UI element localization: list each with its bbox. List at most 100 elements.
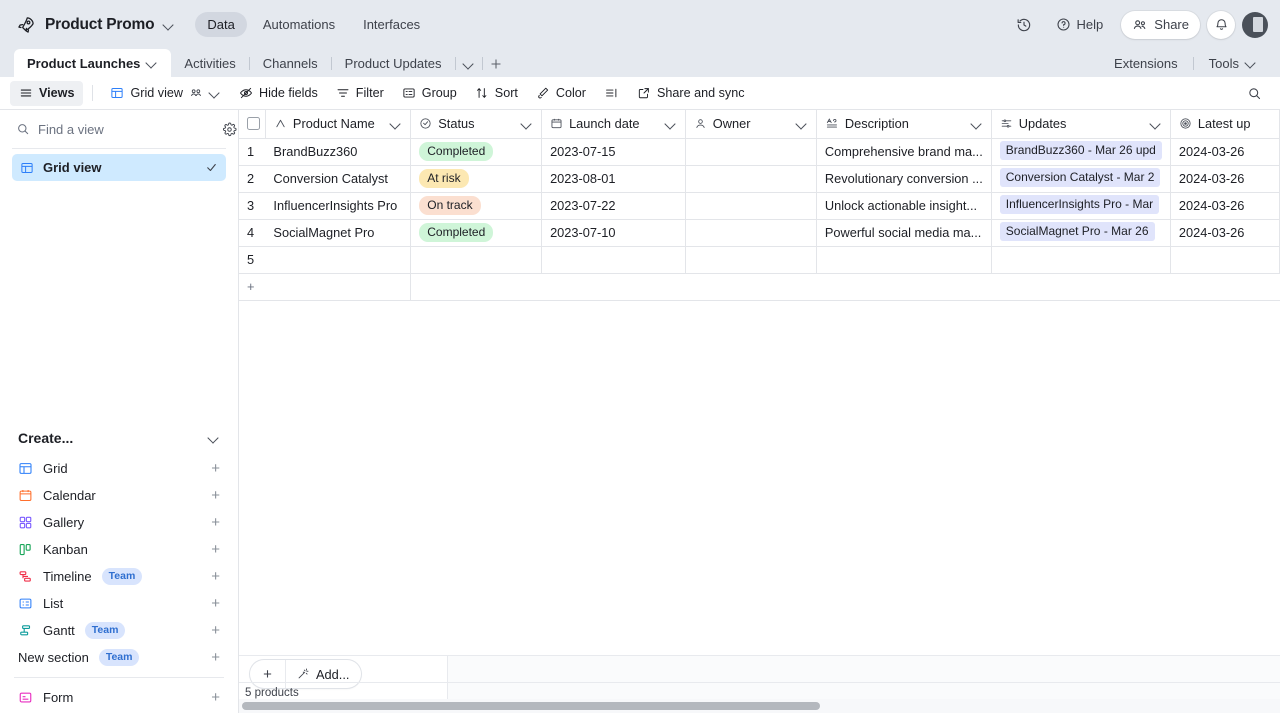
chevron-down-icon[interactable]	[521, 118, 533, 130]
create-item-calendar[interactable]: Calendar +	[12, 482, 226, 509]
cell-status[interactable]: On track	[410, 192, 543, 220]
chevron-down-icon[interactable]	[796, 118, 808, 130]
column-header-product-name[interactable]: Product Name	[265, 110, 412, 139]
table-row[interactable]: 1 BrandBuzz360 Completed 2023-07-15 Comp…	[239, 138, 1280, 166]
search-icon[interactable]	[1239, 81, 1270, 106]
cell-status[interactable]: Completed	[410, 138, 543, 166]
column-header-description[interactable]: Description	[816, 110, 992, 139]
views-button[interactable]: Views	[10, 80, 84, 106]
cell-launch-date[interactable]	[541, 246, 686, 274]
chevron-down-icon[interactable]	[146, 57, 158, 69]
bell-icon[interactable]	[1207, 10, 1235, 39]
column-header-updates[interactable]: Updates	[991, 110, 1171, 139]
add-table-plus-icon[interactable]	[483, 51, 509, 77]
cell-product-name[interactable]: Conversion Catalyst	[265, 165, 412, 193]
cell-updates[interactable]: InfluencerInsights Pro - Mar	[991, 192, 1171, 220]
avatar[interactable]	[1242, 11, 1268, 38]
column-header-latest-update[interactable]: Latest up	[1170, 110, 1280, 139]
filter-button[interactable]: Filter	[328, 81, 392, 106]
sort-button[interactable]: Sort	[467, 81, 526, 106]
row-height-icon[interactable]	[596, 81, 627, 106]
history-icon[interactable]	[1010, 11, 1038, 39]
horizontal-scrollbar[interactable]	[239, 699, 1280, 713]
create-item-timeline[interactable]: Timeline Team +	[12, 563, 226, 590]
cell-launch-date[interactable]: 2023-07-15	[541, 138, 686, 166]
add-row[interactable]: +	[239, 273, 1280, 301]
cell-latest-update[interactable]: 2024-03-26	[1170, 138, 1280, 166]
cell-product-name[interactable]: InfluencerInsights Pro	[265, 192, 412, 220]
cell-latest-update[interactable]: 2024-03-26	[1170, 192, 1280, 220]
add-grid-view-plus-icon[interactable]: +	[211, 461, 220, 476]
select-all-cell[interactable]	[239, 110, 266, 139]
tab-activities[interactable]: Activities	[171, 49, 248, 77]
tab-channels[interactable]: Channels	[250, 49, 331, 77]
add-form-view-plus-icon[interactable]: +	[211, 690, 220, 705]
cell-launch-date[interactable]: 2023-07-10	[541, 219, 686, 247]
add-kanban-view-plus-icon[interactable]: +	[211, 542, 220, 557]
add-gantt-view-plus-icon[interactable]: +	[211, 623, 220, 638]
cell-description[interactable]: Powerful social media ma...	[816, 219, 992, 247]
cell-updates[interactable]: SocialMagnet Pro - Mar 26	[991, 219, 1171, 247]
create-item-list[interactable]: List +	[12, 590, 226, 617]
add-timeline-view-plus-icon[interactable]: +	[211, 569, 220, 584]
chevron-down-icon[interactable]	[390, 118, 402, 130]
cell-launch-date[interactable]: 2023-08-01	[541, 165, 686, 193]
column-header-owner[interactable]: Owner	[685, 110, 817, 139]
add-calendar-view-plus-icon[interactable]: +	[211, 488, 220, 503]
add-row-plus-icon[interactable]: +	[239, 273, 266, 301]
search-input[interactable]	[38, 121, 214, 137]
nav-tab-interfaces[interactable]: Interfaces	[351, 12, 432, 37]
chevron-down-icon[interactable]	[209, 87, 221, 99]
cell-status[interactable]	[410, 246, 543, 274]
hide-fields-button[interactable]: Hide fields	[231, 81, 326, 106]
create-item-kanban[interactable]: Kanban +	[12, 536, 226, 563]
nav-tab-data[interactable]: Data	[195, 12, 247, 37]
chevron-down-icon[interactable]	[665, 118, 677, 130]
cell-updates[interactable]: BrandBuzz360 - Mar 26 upd	[991, 138, 1171, 166]
current-view-button[interactable]: Grid view	[102, 81, 228, 106]
cell-description[interactable]	[816, 246, 992, 274]
cell-latest-update[interactable]: 2024-03-26	[1170, 165, 1280, 193]
nav-tab-automations[interactable]: Automations	[251, 12, 347, 37]
chevron-down-icon[interactable]	[971, 118, 983, 130]
sidebar-item-grid-view[interactable]: Grid view	[12, 154, 226, 181]
cell-owner[interactable]	[685, 138, 817, 166]
scrollbar-thumb[interactable]	[242, 702, 820, 710]
cell-owner[interactable]	[685, 165, 817, 193]
cell-updates[interactable]: Conversion Catalyst - Mar 2	[991, 165, 1171, 193]
create-item-gantt[interactable]: Gantt Team +	[12, 617, 226, 644]
cell-launch-date[interactable]: 2023-07-22	[541, 192, 686, 220]
color-button[interactable]: Color	[528, 81, 594, 106]
add-new-section-plus-icon[interactable]: +	[211, 650, 220, 665]
cell-product-name[interactable]	[265, 246, 412, 274]
group-button[interactable]: Group	[394, 81, 465, 106]
chevron-down-icon[interactable]	[1150, 118, 1162, 130]
create-item-grid[interactable]: Grid +	[12, 455, 226, 482]
share-button[interactable]: Share	[1121, 10, 1200, 39]
workspace-button[interactable]: Product Promo	[14, 11, 181, 39]
grid-scroll-area[interactable]: Product Name Status Launch date Owner De…	[239, 110, 1280, 655]
cell-product-name[interactable]: BrandBuzz360	[265, 138, 412, 166]
tab-product-updates[interactable]: Product Updates	[332, 49, 455, 77]
tab-product-launches[interactable]: Product Launches	[14, 49, 172, 77]
table-row[interactable]: 4 SocialMagnet Pro Completed 2023-07-10 …	[239, 219, 1280, 247]
add-list-view-plus-icon[interactable]: +	[211, 596, 220, 611]
create-item-new-section[interactable]: New section Team +	[12, 644, 226, 671]
create-item-gallery[interactable]: Gallery +	[12, 509, 226, 536]
cell-description[interactable]: Comprehensive brand ma...	[816, 138, 992, 166]
tab-overflow-chevron-down-icon[interactable]	[456, 51, 482, 77]
add-gallery-view-plus-icon[interactable]: +	[211, 515, 220, 530]
cell-product-name[interactable]: SocialMagnet Pro	[265, 219, 412, 247]
add-row-spacer[interactable]	[265, 273, 412, 301]
cell-owner[interactable]	[685, 246, 817, 274]
tools-button[interactable]: Tools	[1196, 49, 1270, 77]
table-row[interactable]: 3 InfluencerInsights Pro On track 2023-0…	[239, 192, 1280, 220]
share-and-sync-button[interactable]: Share and sync	[629, 81, 753, 106]
cell-owner[interactable]	[685, 219, 817, 247]
cell-status[interactable]: At risk	[410, 165, 543, 193]
cell-description[interactable]: Revolutionary conversion ...	[816, 165, 992, 193]
cell-latest-update[interactable]	[1170, 246, 1280, 274]
column-header-launch-date[interactable]: Launch date	[541, 110, 686, 139]
column-header-status[interactable]: Status	[410, 110, 543, 139]
table-row[interactable]: 5	[239, 246, 1280, 274]
